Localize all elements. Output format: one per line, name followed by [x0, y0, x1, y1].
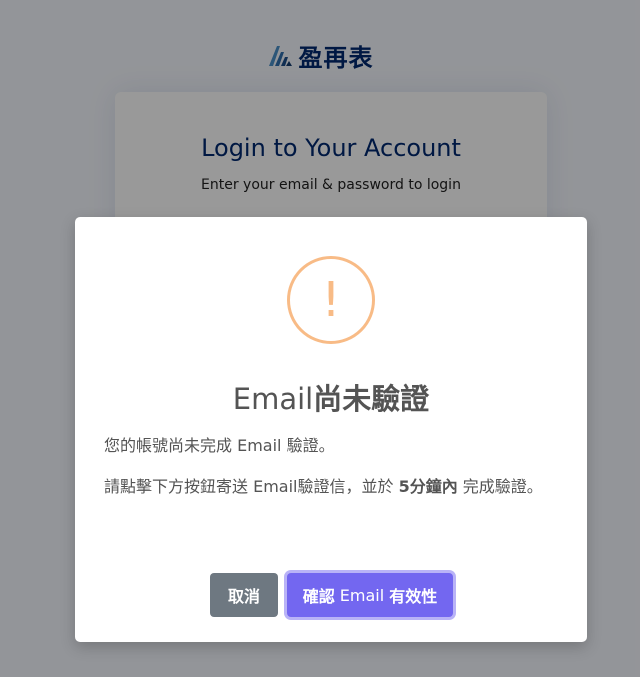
email-verification-dialog: ! Email尚未驗證 您的帳號尚未完成 Email 驗證。 請點擊下方按鈕寄送…: [75, 217, 587, 642]
message-line-1: 您的帳號尚未完成 Email 驗證。: [104, 436, 335, 455]
dialog-message: 您的帳號尚未完成 Email 驗證。 請點擊下方按鈕寄送 Email驗證信，並於…: [104, 433, 564, 515]
message-deadline: 5分鐘內: [398, 477, 458, 496]
cancel-button[interactable]: 取消: [210, 573, 278, 617]
confirm-label-3: 有效性: [389, 587, 438, 606]
confirm-email-button[interactable]: 確認 Email 有效性: [287, 573, 453, 617]
message-line-2-after: 完成驗證。: [457, 477, 543, 496]
confirm-label-1: 確認: [302, 587, 335, 606]
warning-icon: !: [287, 256, 375, 344]
confirm-label-2: Email: [334, 585, 390, 605]
dialog-title-prefix: Email: [232, 382, 314, 416]
dialog-title-suffix: 尚未驗證: [313, 382, 430, 416]
message-line-2-before: 請點擊下方按鈕寄送 Email驗證信，並於: [104, 477, 399, 496]
message-line-2: 請點擊下方按鈕寄送 Email驗證信，並於 5分鐘內 完成驗證。: [104, 474, 564, 500]
dialog-title: Email尚未驗證: [75, 376, 587, 418]
